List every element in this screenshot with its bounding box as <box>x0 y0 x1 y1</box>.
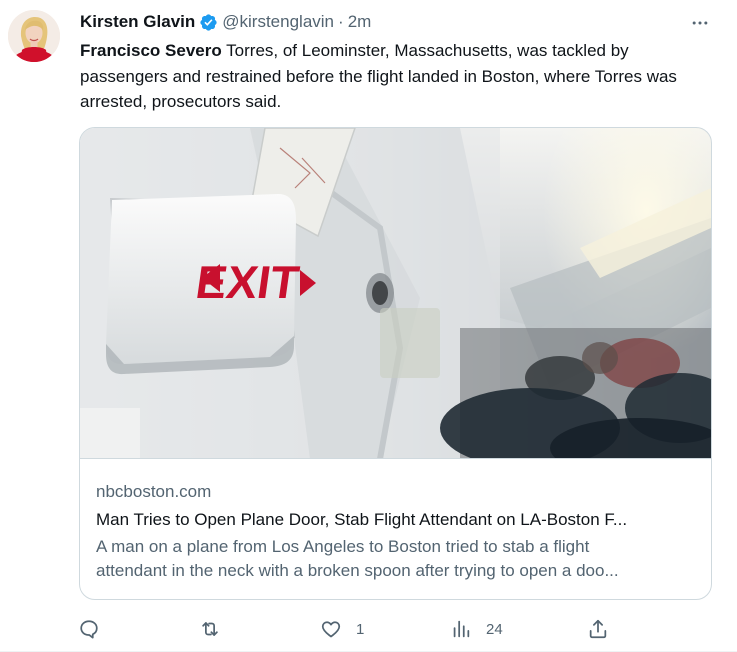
views-button[interactable]: 24 <box>450 617 503 641</box>
tweet-text-bold: Francisco Severo <box>80 41 222 60</box>
like-button[interactable]: 1 <box>320 617 364 641</box>
tweet-text: Francisco Severo Torres, of Leominster, … <box>80 38 720 115</box>
tweet[interactable]: Kirsten Glavin @kirstenglavin · 2m Franc… <box>0 0 737 652</box>
card-description-line: attendant in the neck with a broken spoo… <box>96 561 619 580</box>
tweet-actions: 1 24 <box>78 617 618 641</box>
avatar-photo <box>8 10 60 62</box>
views-bar-chart-icon <box>453 620 470 638</box>
reply-button[interactable] <box>78 617 114 641</box>
tweet-timestamp[interactable]: 2m <box>348 11 372 33</box>
card-description-line: A man on a plane from Los Angeles to Bos… <box>96 537 590 556</box>
verified-badge-icon[interactable] <box>199 13 218 32</box>
separator-dot: · <box>338 12 344 31</box>
share-button[interactable] <box>587 617 623 641</box>
card-title[interactable]: Man Tries to Open Plane Door, Stab Fligh… <box>96 509 696 531</box>
card-description: A man on a plane from Los Angeles to Bos… <box>96 535 696 583</box>
heart-icon <box>321 621 341 638</box>
link-preview-card[interactable]: EXIT nbcboston.com Man Tries to Open Pla… <box>79 127 712 600</box>
retweet-button[interactable] <box>199 617 235 641</box>
more-options-button[interactable] <box>689 12 711 34</box>
retweet-icon <box>202 622 218 636</box>
card-domain[interactable]: nbcboston.com <box>96 481 211 503</box>
author-display-name[interactable]: Kirsten Glavin <box>80 11 195 33</box>
views-count: 24 <box>486 620 503 638</box>
more-horizontal-icon <box>692 21 708 25</box>
reply-icon <box>80 620 98 639</box>
tweet-header: Kirsten Glavin @kirstenglavin · 2m <box>80 11 371 33</box>
author-handle[interactable]: @kirstenglavin <box>222 11 334 33</box>
avatar[interactable] <box>8 10 60 62</box>
share-icon <box>589 619 607 639</box>
airplane-exit-sign-photo: EXIT <box>80 128 711 458</box>
like-count: 1 <box>356 620 365 638</box>
exit-sign-text: EXIT <box>193 256 303 308</box>
card-image[interactable]: EXIT <box>80 128 711 459</box>
